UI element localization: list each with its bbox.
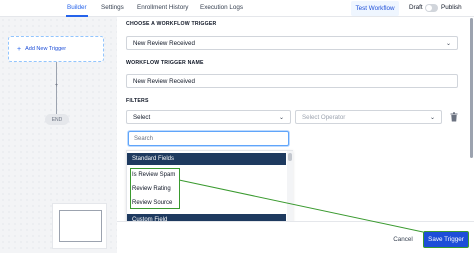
chevron-down-icon: ⌄: [278, 115, 284, 121]
end-node: END: [45, 114, 69, 125]
publish-toggle[interactable]: [425, 4, 438, 12]
tab-enrollment-history[interactable]: Enrollment History: [137, 4, 188, 11]
workflow-canvas[interactable]: + Add New Trigger + END: [0, 17, 117, 253]
add-new-trigger-node[interactable]: + Add New Trigger: [8, 36, 104, 62]
panel-footer: Cancel Save Trigger: [117, 221, 474, 253]
minimap-viewport[interactable]: [59, 210, 102, 242]
save-trigger-button[interactable]: Save Trigger: [423, 231, 469, 248]
panel-scrollbar[interactable]: [469, 17, 474, 221]
add-trigger-label: Add New Trigger: [25, 46, 67, 52]
draft-label: Draft: [409, 4, 423, 11]
trigger-name-value: New Review Received: [133, 77, 195, 85]
filter-field-value: Select: [133, 113, 151, 121]
panel-scroll-thumb[interactable]: [470, 18, 473, 158]
filter-field-dropdown: Standard Fields Is Review Spam Review Ra…: [126, 150, 293, 227]
search-placeholder: Search: [134, 135, 154, 142]
filter-search-input[interactable]: Search: [128, 131, 289, 146]
trash-icon[interactable]: [450, 112, 458, 122]
minimap[interactable]: [52, 203, 107, 249]
plus-icon: +: [17, 45, 22, 53]
trigger-config-panel: CHOOSE A WORKFLOW TRIGGER New Review Rec…: [117, 17, 474, 253]
filter-field-select[interactable]: Select ⌄: [126, 110, 291, 124]
chevron-down-icon: ⌄: [445, 41, 451, 47]
test-workflow-button[interactable]: Test Workflow: [351, 1, 399, 16]
operator-placeholder: Select Operator: [302, 113, 346, 121]
cancel-button[interactable]: Cancel: [389, 232, 417, 247]
trigger-type-value: New Review Received: [133, 39, 195, 47]
trigger-type-select[interactable]: New Review Received ⌄: [126, 36, 458, 50]
annotation-highlight-box: [130, 168, 180, 209]
publish-label: Publish: [441, 4, 462, 11]
tab-builder[interactable]: Builder: [67, 4, 87, 11]
dropdown-scroll-thumb[interactable]: [288, 153, 292, 161]
group-standard-fields: Standard Fields: [127, 153, 286, 165]
toggle-knob: [426, 5, 432, 11]
trigger-name-input[interactable]: New Review Received: [126, 74, 458, 88]
choose-trigger-label: CHOOSE A WORKFLOW TRIGGER: [126, 21, 217, 27]
filters-label: FILTERS: [126, 98, 149, 104]
chevron-down-icon: ⌄: [429, 115, 435, 121]
tab-execution-logs[interactable]: Execution Logs: [200, 4, 243, 11]
trigger-name-label: WORKFLOW TRIGGER NAME: [126, 60, 204, 66]
top-navigation-bar: Builder Settings Enrollment History Exec…: [0, 0, 474, 17]
tab-settings[interactable]: Settings: [101, 4, 124, 11]
add-step-plus-icon[interactable]: +: [53, 82, 60, 89]
dropdown-scrollbar[interactable]: [287, 151, 293, 227]
filter-operator-select[interactable]: Select Operator ⌄: [295, 110, 442, 124]
